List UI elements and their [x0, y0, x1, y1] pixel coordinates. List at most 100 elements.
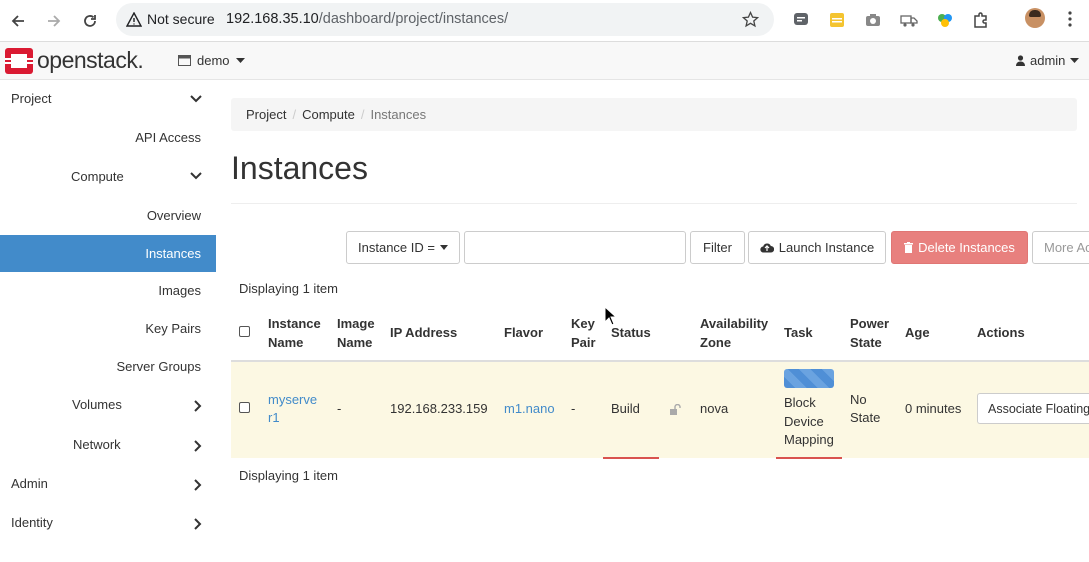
sidebar-item-label: Volumes [72, 397, 122, 412]
breadcrumb-compute[interactable]: Compute [302, 107, 355, 122]
task-line: Mapping [784, 432, 834, 447]
unlock-icon[interactable] [669, 402, 681, 420]
table-summary-top: Displaying 1 item [239, 281, 338, 296]
reload-icon[interactable] [78, 9, 102, 33]
project-selector[interactable]: demo [178, 53, 245, 68]
header-line: Image [337, 316, 375, 331]
url-host: 192.168.35.10 [226, 11, 319, 27]
sidebar-item-network[interactable]: Network [0, 426, 216, 466]
flavor-link[interactable]: m1.nano [504, 400, 555, 418]
truck-extension-icon[interactable] [899, 10, 919, 30]
status-cell: Build [611, 401, 640, 416]
warning-icon [126, 11, 142, 27]
header-line: Name [268, 335, 304, 350]
sidebar-item-label: API Access [135, 130, 201, 145]
header-power-state[interactable]: Power State [850, 314, 889, 352]
filter-button[interactable]: Filter [690, 231, 745, 264]
instance-name-link[interactable]: myserve r1 [268, 391, 317, 427]
forward-icon[interactable] [42, 9, 66, 33]
chevron-right-icon [194, 440, 202, 452]
sidebar-item-label: Identity [11, 515, 53, 530]
breadcrumb-separator: / [360, 107, 365, 122]
sidebar-item-identity[interactable]: Identity [0, 504, 216, 543]
select-all-checkbox[interactable] [239, 326, 250, 337]
header-instance-name[interactable]: Instance Name [268, 314, 321, 352]
row-checkbox[interactable] [239, 402, 250, 413]
header-availability-zone[interactable]: Availability Zone [700, 314, 768, 352]
camera-extension-icon[interactable] [863, 10, 883, 30]
security-indicator[interactable]: Not secure [126, 11, 215, 27]
header-image-name[interactable]: Image Name [337, 314, 375, 352]
filter-field-select[interactable]: Instance ID = [346, 231, 460, 264]
bookmark-star-icon[interactable] [741, 10, 760, 33]
header-line: Zone [700, 335, 732, 350]
colorful-extension-icon[interactable] [935, 10, 955, 30]
key-pair-cell: - [571, 401, 576, 416]
sidebar-item-compute[interactable]: Compute [0, 157, 216, 195]
power-line: State [850, 410, 881, 425]
sidebar-item-label: Key Pairs [145, 321, 201, 336]
status-update-indicator [603, 457, 659, 459]
header-key-pair[interactable]: Key Pair [571, 314, 596, 352]
sidebar-item-volumes[interactable]: Volumes [0, 386, 216, 426]
sidebar-item-label: Admin [11, 476, 48, 491]
url-text[interactable]: 192.168.35.10/dashboard/project/instance… [226, 11, 508, 27]
more-actions-button[interactable]: More Ac [1032, 231, 1089, 264]
header-line: Pair [571, 335, 596, 350]
age-cell: 0 minutes [905, 401, 962, 416]
breadcrumb-project[interactable]: Project [246, 107, 286, 122]
sidebar-item-label: Server Groups [116, 359, 201, 374]
sidebar-item-project[interactable]: Project [0, 80, 216, 118]
image-name-cell: - [337, 401, 342, 416]
sidebar-item-server-groups[interactable]: Server Groups [0, 348, 216, 386]
header-flavor[interactable]: Flavor [504, 323, 543, 342]
back-icon[interactable] [6, 9, 30, 33]
browser-toolbar: Not secure 192.168.35.10/dashboard/proje… [0, 0, 1089, 42]
kebab-menu-icon[interactable] [1068, 11, 1072, 32]
project-list-icon [178, 55, 191, 66]
caret-down-icon [1070, 57, 1080, 63]
task-line: Device [784, 413, 824, 429]
caret-down-icon [235, 57, 245, 63]
sidebar: Project API Access Compute Overview Inst… [0, 80, 216, 562]
associate-floating-ip-button[interactable]: Associate Floating [977, 393, 1089, 424]
filter-input[interactable] [464, 231, 686, 264]
breadcrumb-current: Instances [370, 107, 427, 122]
user-menu[interactable]: admin [1016, 53, 1080, 68]
logo-text: openstack. [37, 47, 144, 73]
profile-avatar[interactable] [1025, 8, 1045, 28]
sidebar-item-instances[interactable]: Instances [0, 235, 216, 272]
delete-instances-button[interactable]: Delete Instances [891, 231, 1028, 264]
power-state-cell: No State [850, 391, 880, 427]
page-title: Instances [231, 150, 368, 186]
more-actions-label: More Ac [1044, 240, 1089, 255]
openstack-logo[interactable]: openstack. [5, 47, 144, 74]
cloud-upload-icon [760, 243, 774, 253]
user-icon [1016, 55, 1025, 66]
puzzle-icon[interactable] [971, 10, 991, 30]
sidebar-item-label: Network [73, 437, 121, 452]
filter-button-label: Filter [703, 240, 732, 255]
name-line: r1 [268, 410, 280, 425]
power-line: No [850, 392, 867, 407]
header-ip-address[interactable]: IP Address [390, 323, 457, 342]
project-name: demo [197, 53, 230, 68]
sidebar-item-label: Compute [71, 169, 124, 184]
chevron-right-icon [194, 478, 202, 491]
launch-instance-button[interactable]: Launch Instance [748, 231, 886, 264]
address-bar[interactable]: Not secure 192.168.35.10/dashboard/proje… [116, 3, 774, 36]
sidebar-item-label: Overview [146, 208, 201, 223]
security-label: Not secure [147, 11, 215, 27]
sidebar-item-key-pairs[interactable]: Key Pairs [0, 310, 216, 348]
sidebar-item-overview[interactable]: Overview [0, 196, 216, 234]
sidebar-item-api-access[interactable]: API Access [0, 118, 216, 156]
trash-icon [904, 242, 914, 253]
chat-extension-icon[interactable] [791, 10, 811, 30]
notes-extension-icon[interactable] [827, 10, 847, 30]
openstack-logo-icon [5, 47, 33, 74]
header-line: Key [571, 316, 595, 331]
header-age[interactable]: Age [905, 323, 930, 342]
sidebar-item-images[interactable]: Images [0, 272, 216, 310]
sidebar-item-admin[interactable]: Admin [0, 465, 216, 504]
header-task[interactable]: Task [784, 323, 813, 342]
